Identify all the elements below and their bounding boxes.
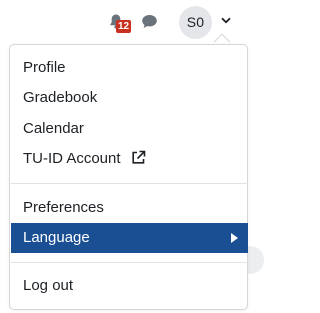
menu-divider bbox=[11, 183, 248, 184]
user-avatar[interactable]: S0 bbox=[179, 6, 212, 39]
external-link-icon bbox=[132, 150, 146, 164]
chevron-down-icon[interactable] bbox=[221, 17, 231, 24]
menu-item-label: TU-ID Account bbox=[23, 150, 121, 167]
menu-item-label: Calendar bbox=[23, 120, 84, 137]
notification-count-badge: 12 bbox=[116, 20, 132, 33]
menu-item-label: Profile bbox=[23, 59, 66, 76]
menu-item-label: Language bbox=[23, 229, 90, 246]
page: 12 S0 Profile Gradebook Calendar TU-ID A… bbox=[0, 0, 264, 313]
menu-item-tu-id-account[interactable]: TU-ID Account bbox=[11, 144, 248, 174]
menu-item-label: Log out bbox=[23, 277, 74, 294]
menu-item-log-out[interactable]: Log out bbox=[11, 271, 248, 301]
menu-item-label: Preferences bbox=[23, 199, 104, 216]
menu-item-language[interactable]: Language bbox=[11, 223, 248, 253]
menu-divider bbox=[11, 262, 248, 263]
caret-right-icon bbox=[231, 233, 238, 243]
menu-item-profile[interactable]: Profile bbox=[11, 53, 248, 83]
menu-item-calendar[interactable]: Calendar bbox=[11, 114, 248, 144]
menu-item-preferences[interactable]: Preferences bbox=[11, 193, 248, 223]
user-menu: Profile Gradebook Calendar TU-ID Account… bbox=[9, 44, 248, 310]
menu-item-gradebook[interactable]: Gradebook bbox=[11, 83, 248, 113]
menu-item-label: Gradebook bbox=[23, 89, 98, 106]
chat-bubble-icon[interactable] bbox=[141, 14, 158, 29]
